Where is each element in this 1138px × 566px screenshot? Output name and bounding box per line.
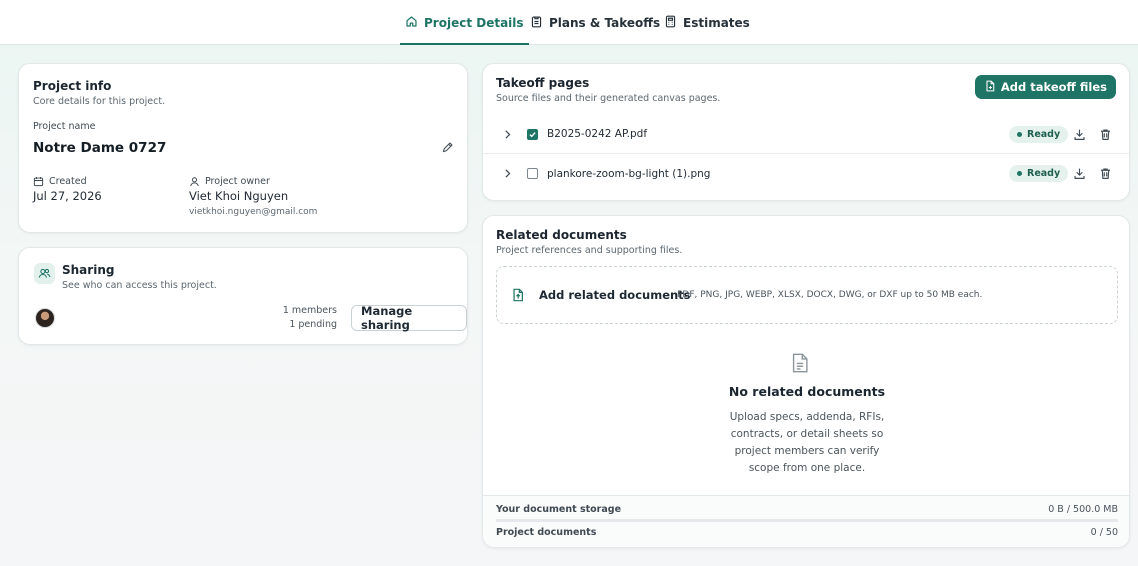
card-subtitle: Project references and supporting files. (496, 245, 683, 256)
document-icon (789, 351, 811, 379)
avatar[interactable] (35, 308, 55, 328)
card-subtitle: Core details for this project. (33, 96, 166, 107)
tab-label: Project Details (424, 15, 524, 30)
file-name: B2025-0242 AP.pdf (547, 128, 648, 140)
status-dot (1017, 171, 1022, 176)
tab-project-details[interactable]: Project Details (400, 0, 529, 45)
status-dot (1017, 131, 1022, 137)
download-icon[interactable] (1073, 128, 1086, 141)
project-name: Notre Dame 0727 (33, 140, 167, 156)
created-label: Created (49, 176, 87, 187)
top-navigation: Project Details Plans & Takeoffs Estimat… (0, 0, 1138, 45)
empty-line: contracts, or detail sheets so (730, 428, 884, 440)
people-icon (34, 263, 55, 284)
owner-email: vietkhoi.nguyen@gmail.com (189, 207, 318, 217)
storage-progress-bar (496, 519, 1118, 522)
card-title: Related documents (496, 228, 627, 242)
manage-sharing-button[interactable]: Manage sharing (351, 304, 467, 332)
created-date: Jul 27, 2026 (33, 189, 102, 203)
add-related-documents-dropzone[interactable]: Add related documents PDF, PNG, JPG, WEB… (496, 266, 1118, 324)
status-badge: Ready (1009, 125, 1069, 143)
file-name: plankore-zoom-bg-light (1).png (547, 167, 711, 180)
chevron-right-icon[interactable] (501, 167, 514, 180)
project-info-card: Project info Core details for this proje… (18, 63, 468, 233)
add-takeoff-files-button[interactable]: Add takeoff files (974, 75, 1116, 99)
status-text: Ready (1027, 168, 1061, 179)
empty-line: project members can verify (734, 445, 880, 457)
related-documents-card: Related documents Project references and… (482, 215, 1130, 548)
members-count: 1 members (282, 305, 337, 316)
button-label: Add takeoff files (1000, 80, 1107, 94)
storage-section: Your document storage 0 B / 500.0 MB Pro… (483, 495, 1129, 547)
clipboard-icon (530, 15, 543, 31)
owner-label: Project owner (205, 176, 270, 187)
tab-label: Plans & Takeoffs (549, 15, 661, 30)
trash-icon[interactable] (1099, 167, 1112, 180)
project-name-label: Project name (33, 121, 96, 132)
file-plus-icon (984, 80, 996, 95)
trash-icon[interactable] (1099, 128, 1112, 141)
file-checkbox[interactable] (527, 128, 538, 140)
pending-count: 1 pending (289, 319, 337, 330)
tab-estimates[interactable]: Estimates (664, 0, 750, 45)
storage-label: Your document storage (496, 504, 622, 515)
card-title: Project info (33, 79, 112, 93)
status-text: Ready (1027, 128, 1061, 140)
add-related-hint: PDF, PNG, JPG, WEBP, XLSX, DOCX, DWG, or… (677, 290, 983, 300)
takeoff-pages-card: Takeoff pages Source files and their gen… (482, 63, 1131, 201)
tab-plans-takeoffs[interactable]: Plans & Takeoffs (530, 0, 660, 45)
empty-line: scope from one place. (748, 462, 866, 474)
sharing-card: Sharing See who can access this project.… (18, 247, 468, 345)
card-title: Sharing (62, 263, 115, 277)
download-icon[interactable] (1073, 167, 1086, 180)
empty-line: Upload specs, addenda, RFIs, (729, 411, 885, 423)
home-icon (405, 15, 418, 31)
card-subtitle: Source files and their generated canvas … (496, 93, 721, 104)
card-subtitle: See who can access this project. (62, 280, 217, 291)
status-badge: Ready (1009, 165, 1069, 182)
chevron-right-icon[interactable] (501, 128, 514, 141)
edit-pencil-icon[interactable] (441, 141, 454, 154)
storage-value: 0 B / 500.0 MB (1048, 504, 1118, 515)
documents-label: Project documents (496, 527, 597, 538)
file-checkbox[interactable] (527, 168, 538, 179)
file-row[interactable]: B2025-0242 AP.pdf Ready (483, 115, 1131, 154)
file-row[interactable]: plankore-zoom-bg-light (1).png Ready (483, 154, 1131, 193)
owner-name: Viet Khoi Nguyen (189, 189, 289, 203)
empty-description: Upload specs, addenda, RFIs, contracts, … (483, 409, 1129, 477)
calculator-icon (664, 15, 677, 31)
empty-title: No related documents (728, 384, 886, 399)
documents-value: 0 / 50 (1090, 527, 1118, 538)
add-related-label: Add related documents (539, 288, 691, 302)
card-title: Takeoff pages (496, 76, 590, 90)
tab-label: Estimates (683, 15, 750, 30)
file-upload-icon (511, 287, 525, 306)
